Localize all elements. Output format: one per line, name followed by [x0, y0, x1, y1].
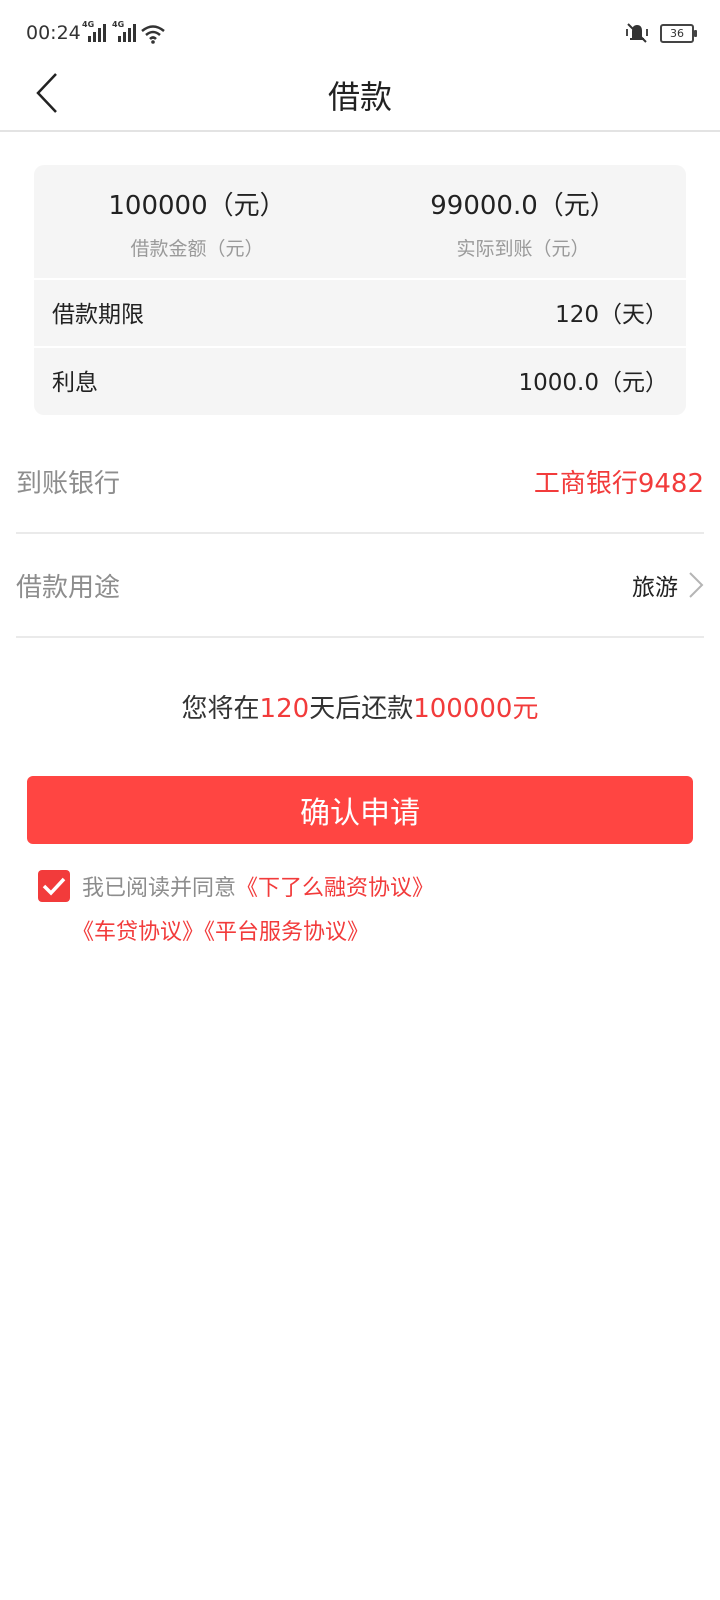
- receiving-bank-value: 工商银行9482: [533, 468, 704, 499]
- loan-term-value: 120（天）: [555, 302, 668, 328]
- loan-amount-label: 借款金额（元）: [130, 238, 264, 260]
- receiving-bank-row[interactable]: 到账银行 工商银行9482: [16, 430, 704, 534]
- agreement-checkbox[interactable]: [38, 870, 70, 902]
- loan-amount-block: 100000（元） 借款金额（元）: [34, 165, 360, 261]
- loan-term-label: 借款期限: [52, 302, 144, 328]
- agreement-line-1: 我已阅读并同意《下了么融资协议》: [82, 870, 434, 902]
- interest-row: 利息 1000.0（元）: [34, 346, 686, 412]
- summary-top: 100000（元） 借款金额（元） 99000.0（元） 实际到账（元）: [34, 165, 686, 278]
- loan-purpose-row[interactable]: 借款用途 旅游: [16, 534, 704, 638]
- wifi-icon: [141, 25, 165, 44]
- repayment-days: 120: [259, 694, 310, 724]
- actual-received-label: 实际到账（元）: [456, 238, 590, 260]
- loan-purpose-selector[interactable]: 旅游: [632, 568, 704, 602]
- nav-header: 借款: [0, 60, 720, 132]
- repayment-amount: 100000元: [413, 694, 539, 724]
- loan-term-row: 借款期限 120（天）: [34, 278, 686, 344]
- repayment-middle: 天后还款: [309, 694, 414, 724]
- status-time: 00:24: [26, 22, 81, 44]
- signal-group: 4G 4G: [82, 20, 136, 42]
- mute-vibrate-icon: [626, 23, 648, 43]
- agreement-intro: 我已阅读并同意: [82, 876, 237, 901]
- actual-received-value: 99000.0（元）: [430, 191, 616, 221]
- repayment-summary: 您将在120天后还款100000元: [0, 688, 720, 725]
- interest-label: 利息: [52, 370, 98, 396]
- financing-agreement-link[interactable]: 《下了么融资协议》: [236, 876, 434, 901]
- confirm-apply-button[interactable]: 确认申请: [27, 776, 693, 844]
- page-title: 借款: [327, 78, 392, 116]
- checkmark-icon: [42, 877, 66, 896]
- platform-service-agreement-link[interactable]: 《平台服务协议》: [204, 920, 369, 945]
- repayment-prefix: 您将在: [181, 694, 260, 724]
- agreement-line-2: 《车贷协议》《平台服务协议》: [72, 914, 369, 946]
- battery-icon: 36: [660, 23, 697, 43]
- cell-signal-icon: 4G: [82, 20, 106, 42]
- status-right: 36: [624, 22, 697, 44]
- status-bar: 00:24 4G 4G 36: [0, 0, 720, 60]
- loan-purpose-value: 旅游: [632, 575, 678, 601]
- loan-purpose-label: 借款用途: [16, 572, 121, 603]
- loan-amount-value: 100000（元）: [108, 191, 286, 221]
- car-loan-agreement-link[interactable]: 《车贷协议》: [72, 920, 204, 945]
- loan-summary-card: 100000（元） 借款金额（元） 99000.0（元） 实际到账（元） 借款期…: [34, 165, 686, 415]
- chevron-right-icon: [689, 572, 704, 598]
- receiving-bank-label: 到账银行: [16, 468, 121, 499]
- actual-received-block: 99000.0（元） 实际到账（元）: [360, 165, 686, 261]
- cell-signal-icon: 4G: [112, 20, 136, 42]
- interest-value: 1000.0（元）: [518, 370, 668, 396]
